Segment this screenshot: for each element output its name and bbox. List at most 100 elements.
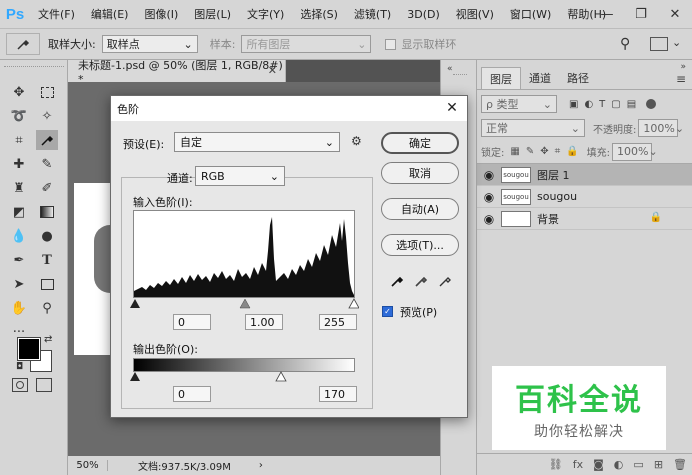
magic-wand-tool-icon[interactable]: ✧ [36, 106, 58, 126]
preset-options-gear-icon[interactable]: ⚙ [351, 134, 362, 148]
menu-view[interactable]: 视图(V) [448, 6, 502, 22]
eyedropper-tool-icon[interactable] [36, 130, 58, 150]
layer-name[interactable]: 图层 1 [537, 167, 570, 183]
sample-size-select[interactable]: 取样点 ⌄ [101, 35, 198, 53]
output-black-field[interactable]: 0 [173, 386, 211, 402]
brush-tool-icon[interactable]: ✎ [36, 154, 58, 174]
path-selection-tool-icon[interactable]: ➤ [8, 274, 30, 294]
close-window-icon[interactable]: ✕ [658, 0, 692, 28]
output-white-field[interactable]: 170 [319, 386, 357, 402]
chevron-down-icon[interactable]: ⌄ [672, 36, 681, 49]
type-tool-icon[interactable]: T [36, 250, 58, 270]
output-white-slider[interactable] [275, 371, 287, 382]
output-black-slider[interactable] [130, 372, 140, 381]
dialog-titlebar[interactable]: 色阶 ✕ [111, 96, 467, 121]
input-gamma-slider[interactable] [239, 298, 251, 309]
move-tool-icon[interactable]: ✥ [8, 82, 30, 102]
ok-button[interactable]: 确定 [381, 132, 459, 154]
close-icon[interactable]: ✕ [443, 99, 461, 117]
menu-image[interactable]: 图像(I) [136, 6, 186, 22]
layer-row[interactable]: ◉ 背景 🔒 [477, 208, 692, 230]
eye-icon[interactable]: ◉ [477, 168, 501, 182]
auto-button[interactable]: 自动(A) [381, 198, 459, 220]
input-white-field[interactable]: 255 [319, 314, 357, 330]
collapse-panels-icon[interactable]: « [447, 64, 453, 74]
preview-checkbox[interactable]: ✓ [382, 306, 393, 317]
preview-label[interactable]: 预览(P) [400, 304, 437, 320]
new-layer-icon[interactable]: ⊞ [654, 458, 663, 471]
new-group-icon[interactable]: ▭ [633, 458, 643, 471]
shape-tool-icon[interactable] [36, 274, 58, 294]
hand-tool-icon[interactable]: ✋ [8, 298, 30, 318]
fx-icon[interactable]: fx [573, 458, 583, 471]
marquee-tool-icon[interactable] [36, 82, 58, 102]
search-icon[interactable]: ⚲ [620, 36, 630, 52]
white-point-eyedropper-icon[interactable] [437, 272, 453, 288]
dodge-tool-icon[interactable]: ● [36, 226, 58, 246]
eye-icon[interactable]: ◉ [477, 190, 501, 204]
link-layers-icon[interactable]: ⛓ [549, 458, 563, 471]
default-colors-icon[interactable]: ◘ [16, 362, 23, 372]
menu-type[interactable]: 文字(Y) [239, 6, 292, 22]
clone-stamp-tool-icon[interactable]: ♜ [8, 178, 30, 198]
eye-icon[interactable]: ◉ [477, 212, 501, 226]
restore-icon[interactable]: ❐ [624, 0, 658, 28]
add-mask-icon[interactable]: ◙ [593, 458, 604, 471]
layer-row[interactable]: ◉ sougou 图层 1 [477, 164, 692, 186]
panel-menu-icon[interactable]: ≡ [676, 72, 686, 86]
cancel-button[interactable]: 取消 [381, 162, 459, 184]
lock-icons[interactable]: ▦✎✥⌗🔒 [510, 146, 584, 157]
tab-channels[interactable]: 通道 [521, 67, 559, 89]
layer-row[interactable]: ◉ sougou sougou [477, 186, 692, 208]
zoom-tool-icon[interactable]: ⚲ [36, 298, 58, 318]
chevron-right-icon[interactable]: › [259, 460, 263, 471]
layer-filter-select[interactable]: ρ 类型 ⌄ [481, 95, 557, 113]
menu-edit[interactable]: 编辑(E) [83, 6, 137, 22]
menu-file[interactable]: 文件(F) [30, 6, 83, 22]
input-black-field[interactable]: 0 [173, 314, 211, 330]
menu-layer[interactable]: 图层(L) [186, 6, 239, 22]
gradient-tool-icon[interactable] [36, 202, 58, 222]
zoom-level[interactable]: 50% [68, 460, 108, 471]
minimize-icon[interactable]: — [590, 0, 624, 28]
history-brush-tool-icon[interactable]: ✐ [36, 178, 58, 198]
document-tab[interactable]: 未标题-1.psd @ 50% (图层 1, RGB/8#) * ✕ [68, 59, 286, 86]
tab-paths[interactable]: 路径 [559, 67, 597, 89]
healing-brush-tool-icon[interactable]: ✚ [8, 154, 30, 174]
show-ring-checkbox[interactable] [385, 38, 397, 50]
pen-tool-icon[interactable]: ✒ [8, 250, 30, 270]
swap-colors-icon[interactable]: ⇄ [44, 334, 52, 345]
tab-layers[interactable]: 图层 [481, 67, 521, 89]
quick-mask-icon[interactable] [12, 378, 28, 392]
sample-select[interactable]: 所有图层 ⌄ [241, 35, 372, 53]
menu-filter[interactable]: 滤镜(T) [346, 6, 399, 22]
channel-select[interactable]: RGB ⌄ [195, 166, 285, 186]
foreground-color-swatch[interactable] [17, 337, 41, 361]
input-black-slider[interactable] [130, 299, 140, 308]
screen-mode-icon[interactable] [36, 378, 52, 392]
input-gamma-field[interactable]: 1.00 [245, 314, 283, 330]
eyedropper-preset-icon[interactable] [6, 33, 40, 55]
workspace-icon[interactable] [650, 37, 668, 51]
lasso-tool-icon[interactable]: ➰ [8, 106, 30, 126]
blur-tool-icon[interactable]: 💧 [8, 226, 30, 246]
input-white-slider[interactable] [348, 298, 359, 309]
preset-select[interactable]: 自定 ⌄ [174, 132, 340, 152]
menu-window[interactable]: 窗口(W) [502, 6, 559, 22]
layer-name[interactable]: 背景 [537, 211, 559, 227]
opacity-input[interactable]: 100% ⌄ [638, 119, 684, 137]
options-button[interactable]: 选项(T)... [381, 234, 459, 256]
fill-input[interactable]: 100% ⌄ [612, 142, 658, 161]
eraser-tool-icon[interactable]: ◩ [8, 202, 30, 222]
filter-toggle-icon[interactable] [646, 99, 657, 109]
black-point-eyedropper-icon[interactable] [389, 272, 405, 288]
crop-tool-icon[interactable]: ⌗ [8, 130, 30, 150]
close-icon[interactable]: ✕ [268, 64, 277, 77]
menu-3d[interactable]: 3D(D) [399, 8, 448, 21]
adjustment-layer-icon[interactable]: ◐ [614, 458, 624, 471]
blend-mode-select[interactable]: 正常 ⌄ [481, 119, 585, 137]
gray-point-eyedropper-icon[interactable] [413, 272, 429, 288]
menu-select[interactable]: 选择(S) [292, 6, 346, 22]
layer-filter-icons[interactable]: ▣◐T▢▤ [569, 99, 642, 110]
delete-layer-icon[interactable]: 🗑 [673, 458, 687, 471]
